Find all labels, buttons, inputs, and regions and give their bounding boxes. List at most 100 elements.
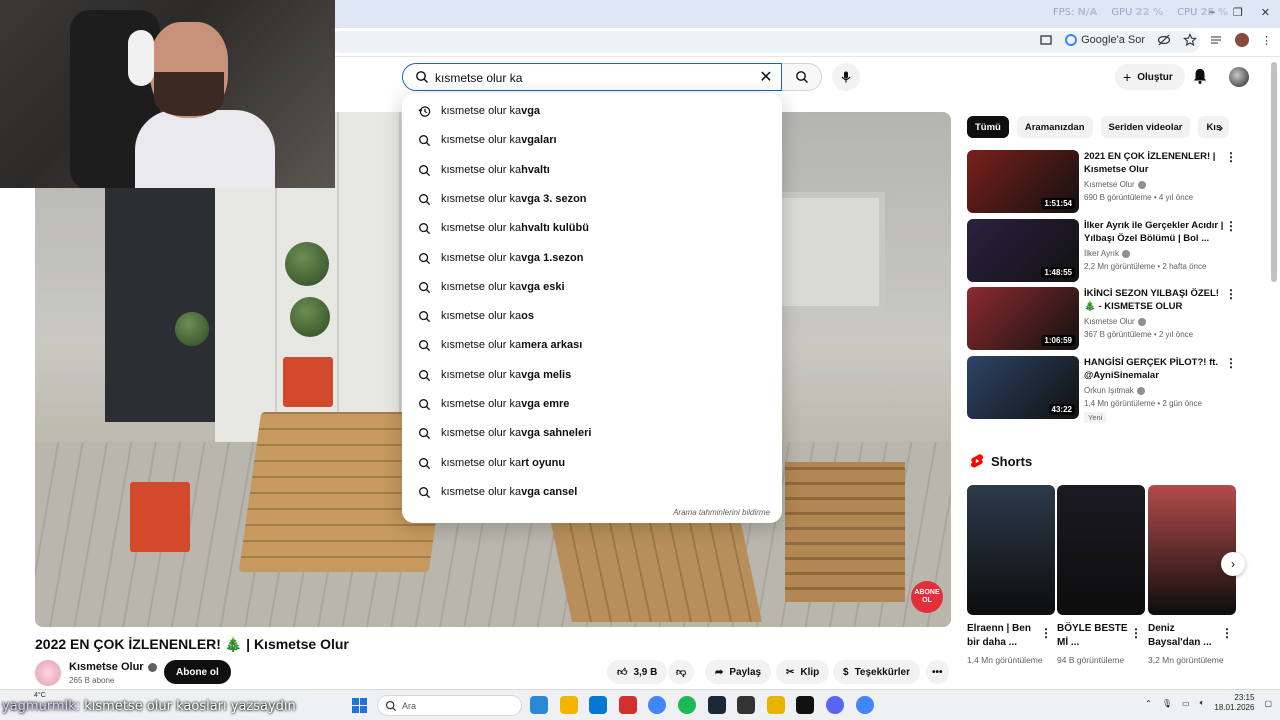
notifications-bell-icon[interactable] [1191, 67, 1209, 85]
report-predictions-link[interactable]: Arama tahminlerini bildirme [673, 508, 770, 517]
recommended-channel-text[interactable]: Kısmetse Olur [1084, 180, 1135, 189]
riot-app-icon[interactable] [766, 696, 785, 714]
recommended-video[interactable]: 1:06:59 İKİNCİ SEZON YILBAŞI ÖZEL! 🎄 - KI… [967, 287, 1242, 351]
suggestion-item[interactable]: kısmetse olur kavga eski [402, 273, 782, 302]
recommended-video[interactable]: 43:22 HANGİSİ GERÇEK PİLOT?! ft. @AyniSin… [967, 356, 1242, 423]
voice-search-button[interactable] [832, 63, 860, 91]
more-vert-icon[interactable]: ⋮ [1221, 626, 1233, 640]
chevron-up-icon[interactable]: ⌃ [1145, 699, 1152, 708]
recommended-channel[interactable]: Kısmetse Olur [1084, 317, 1146, 326]
more-actions-button[interactable]: ••• [926, 660, 949, 684]
recommended-video[interactable]: 1:51:54 2021 EN ÇOK İZLENENLER! | Kısmets… [967, 150, 1242, 214]
suggestion-item[interactable]: kısmetse olur kahvaltı [402, 156, 782, 185]
close-window-icon[interactable]: ✕ [1261, 6, 1270, 19]
recommended-title[interactable]: İKİNCİ SEZON YILBAŞI ÖZEL! 🎄 - KISMETSE … [1084, 287, 1224, 313]
minimize-icon[interactable]: – [1209, 6, 1215, 19]
chrome-app-icon[interactable] [855, 696, 874, 714]
like-button[interactable]: 👍︎ 3,9 B [607, 660, 668, 684]
short-title[interactable]: Deniz Baysal'dan ... [1148, 622, 1220, 650]
opera-app-icon[interactable] [618, 696, 637, 714]
recommended-channel[interactable]: Kısmetse Olur [1084, 180, 1146, 189]
suggestion-item[interactable]: kısmetse olur kavga [402, 97, 782, 126]
short-title[interactable]: Elraenn | Ben bir daha ... [967, 622, 1039, 650]
profile-avatar[interactable] [1235, 33, 1249, 47]
dislike-button[interactable]: 👎︎ [668, 660, 695, 684]
suggestion-item[interactable]: kısmetse olur kart oyunu [402, 449, 782, 478]
files-app-icon[interactable] [559, 696, 578, 714]
clock[interactable]: 23:15 18.01.2026 [1214, 693, 1254, 713]
bookmark-star-icon[interactable] [1183, 33, 1197, 47]
filter-chip[interactable]: Aramanızdan [1016, 116, 1093, 138]
recommended-title[interactable]: HANGİSİ GERÇEK PİLOT?! ft. @AyniSinemala… [1084, 356, 1224, 382]
speaker-icon[interactable]: 🔈︎ [1200, 698, 1205, 708]
suggestion-item[interactable]: kısmetse olur kavga 1.sezon [402, 244, 782, 273]
share-button[interactable]: ➦ Paylaş [705, 660, 772, 684]
recommended-channel[interactable]: İlker Ayrık [1084, 249, 1130, 258]
google-ask-button[interactable]: Google'a Sor [1065, 34, 1145, 46]
subscribe-watermark[interactable]: ABONE OL [911, 581, 943, 613]
recommended-title[interactable]: İlker Ayrık ile Gerçekler Acıdır | Yılba… [1084, 219, 1224, 245]
recommended-title[interactable]: 2021 EN ÇOK İZLENENLER! | Kısmetse Olur [1084, 150, 1224, 176]
notifications-icon[interactable]: ▢ [1264, 699, 1272, 708]
chevron-right-icon[interactable]: › [1221, 552, 1245, 576]
discord-app-icon[interactable] [826, 696, 844, 714]
recommended-channel[interactable]: Orkun Işıtmak [1084, 386, 1145, 395]
cast-icon[interactable] [1039, 33, 1053, 47]
chrome-app-icon[interactable] [648, 696, 667, 714]
recommended-channel-text[interactable]: İlker Ayrık [1084, 249, 1119, 258]
video-thumbnail[interactable]: 1:06:59 [967, 287, 1079, 350]
thanks-button[interactable]: $ Teşekkürler [833, 660, 920, 684]
short-thumbnail[interactable] [1057, 485, 1145, 615]
channel-name-text[interactable]: Kısmetse Olur [69, 661, 144, 673]
capcut-app-icon[interactable] [796, 696, 815, 714]
clear-search-button[interactable]: ✕ [755, 66, 777, 88]
filter-chip[interactable]: Seriden videolar [1100, 116, 1191, 138]
network-icon[interactable]: ▭ [1182, 699, 1190, 708]
account-avatar[interactable] [1229, 67, 1249, 87]
channel-avatar[interactable] [35, 660, 61, 686]
eye-off-icon[interactable] [1157, 33, 1171, 47]
channel-name[interactable]: Kısmetse Olur [69, 661, 157, 673]
restore-icon[interactable]: ❐ [1233, 6, 1243, 19]
create-button[interactable]: + Oluştur [1115, 64, 1185, 90]
copilot-app-icon[interactable] [589, 696, 608, 714]
page-scrollbar[interactable] [1271, 62, 1277, 282]
filter-chip[interactable]: Tümü [967, 116, 1009, 138]
short-title[interactable]: BÖYLE BESTE Mİ ... [1057, 622, 1129, 650]
short-thumbnail[interactable] [1148, 485, 1236, 615]
suggestion-item[interactable]: kısmetse olur kavga melis [402, 361, 782, 390]
recommended-video[interactable]: 1:48:55 İlker Ayrık ile Gerçekler Acıdır … [967, 219, 1242, 283]
suggestion-item[interactable]: kısmetse olur kavga 3. sezon [402, 185, 782, 214]
microphone-icon[interactable]: 🎙︎ [1162, 699, 1172, 708]
short-thumbnail[interactable] [967, 485, 1055, 615]
search-button[interactable] [782, 63, 822, 91]
video-thumbnail[interactable]: 1:51:54 [967, 150, 1079, 213]
suggestion-item[interactable]: kısmetse olur kaos [402, 302, 782, 331]
weather-widget[interactable]: 4°C [34, 692, 46, 699]
subscribe-button[interactable]: Abone ol [164, 660, 231, 684]
search-query-text[interactable]: kısmetse olur ka [435, 71, 522, 85]
obs-app-icon[interactable] [737, 696, 756, 714]
more-vert-icon[interactable]: ⋮ [1040, 626, 1052, 640]
windows-start-icon[interactable] [352, 698, 367, 713]
suggestion-item[interactable]: kısmetse olur kahvaltı kulübü [402, 214, 782, 243]
taskbar-search[interactable]: Ara [377, 695, 522, 716]
steam-app-icon[interactable] [707, 696, 726, 714]
spotify-app-icon[interactable] [678, 696, 696, 714]
more-vert-icon[interactable]: ⋮ [1225, 150, 1237, 164]
search-input[interactable]: kısmetse olur ka ✕ [402, 63, 782, 91]
clip-button[interactable]: ✂ Klip [776, 660, 830, 684]
reading-list-icon[interactable] [1209, 33, 1223, 47]
edge-app-icon[interactable] [530, 696, 548, 714]
suggestion-item[interactable]: kısmetse olur kavga cansel [402, 478, 782, 507]
suggestion-item[interactable]: kısmetse olur kavga sahneleri [402, 419, 782, 448]
more-vert-icon[interactable]: ⋮ [1130, 626, 1142, 640]
chevron-right-icon[interactable]: › [1210, 116, 1232, 138]
more-vert-icon[interactable]: ⋮ [1225, 219, 1237, 233]
suggestion-item[interactable]: kısmetse olur kavgaları [402, 126, 782, 155]
video-thumbnail[interactable]: 1:48:55 [967, 219, 1079, 282]
suggestion-item[interactable]: kısmetse olur kamera arkası [402, 331, 782, 360]
menu-dots-icon[interactable]: ⋮ [1261, 34, 1272, 47]
more-vert-icon[interactable]: ⋮ [1225, 287, 1237, 301]
video-thumbnail[interactable]: 43:22 [967, 356, 1079, 419]
